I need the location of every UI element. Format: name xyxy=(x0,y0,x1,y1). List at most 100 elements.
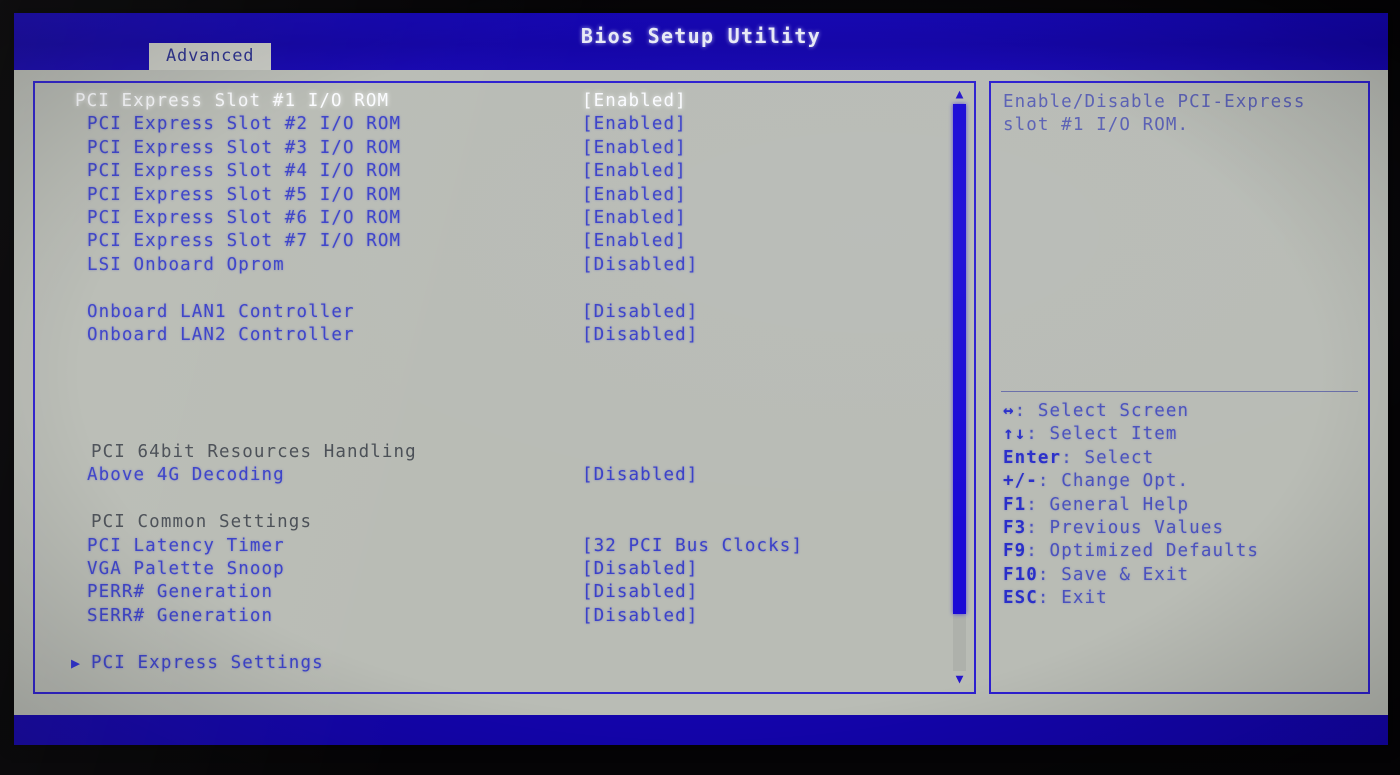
setting-label: PCI Express Slot #5 I/O ROM xyxy=(87,184,402,205)
setting-row-vga-palette-snoop[interactable]: VGA Palette Snoop [Disabled] xyxy=(35,558,944,581)
submenu-arrow-icon: ▶ xyxy=(71,653,82,672)
setting-label: PERR# Generation xyxy=(87,582,274,603)
section-heading-pci-common-settings[interactable]: PCI Common Settings xyxy=(35,511,944,534)
key-legend-key: F9 xyxy=(1003,541,1027,562)
key-legend-item: F10: Save & Exit xyxy=(1003,564,1360,587)
scrollbar-thumb[interactable] xyxy=(953,104,966,615)
key-legend-key: +/- xyxy=(1003,471,1038,492)
setting-value[interactable]: [Enabled] xyxy=(582,137,687,160)
setting-value[interactable]: [Disabled] xyxy=(582,464,698,487)
setting-label: PCI Express Slot #4 I/O ROM xyxy=(87,161,402,182)
key-legend-item: F9: Optimized Defaults xyxy=(1003,540,1360,563)
setting-value[interactable]: [Enabled] xyxy=(582,207,687,230)
setting-label: PCI Express Slot #2 I/O ROM xyxy=(87,114,402,135)
key-legend-action: : Previous Values xyxy=(1026,517,1225,538)
scrollbar[interactable]: ▲ ▼ xyxy=(949,87,970,688)
title-bar: Bios Setup Utility Advanced xyxy=(14,13,1388,70)
help-panel: Enable/Disable PCI-Express slot #1 I/O R… xyxy=(989,81,1370,694)
setting-row-onboard-lan1-controller[interactable]: Onboard LAN1 Controller [Disabled] xyxy=(35,301,944,324)
setting-row-above-4g-decoding[interactable]: Above 4G Decoding [Disabled] xyxy=(35,464,944,487)
setting-value[interactable]: [Enabled] xyxy=(582,230,687,253)
key-legend-key: F3 xyxy=(1003,517,1027,538)
tab-bar: Advanced xyxy=(14,43,1388,70)
setting-value[interactable]: [Enabled] xyxy=(582,160,687,183)
setting-row-pci-express-slot-5-i-o-rom[interactable]: PCI Express Slot #5 I/O ROM [Enabled] xyxy=(35,184,944,207)
help-divider xyxy=(1001,391,1358,392)
key-legend-item: +/-: Change Opt. xyxy=(1003,470,1360,493)
settings-list: PCI Express Slot #1 I/O ROM [Enabled] PCI … xyxy=(35,83,944,692)
settings-panel: PCI Express Slot #1 I/O ROM [Enabled] PCI … xyxy=(33,81,976,694)
setting-row-pci-express-slot-6-i-o-rom[interactable]: PCI Express Slot #6 I/O ROM [Enabled] xyxy=(35,207,944,230)
setting-value[interactable]: [Disabled] xyxy=(582,254,698,277)
key-legend-action: : Select Screen xyxy=(1014,401,1190,421)
setting-row-onboard-lan2-controller[interactable]: Onboard LAN2 Controller [Disabled] xyxy=(35,324,944,347)
key-legend-list: ↔: Select Screen ↑↓: Select Item Enter: Se… xyxy=(1003,400,1360,611)
setting-label: VGA Palette Snoop xyxy=(87,559,285,579)
key-legend-item: F1: General Help xyxy=(1003,494,1360,517)
key-legend-action: : Save & Exit xyxy=(1037,564,1190,585)
setting-value[interactable]: [Disabled] xyxy=(582,301,698,324)
body-area: PCI Express Slot #1 I/O ROM [Enabled] PCI … xyxy=(14,70,1388,715)
key-legend-item: F3: Previous Values xyxy=(1003,517,1360,540)
key-legend-item: Enter: Select xyxy=(1003,447,1360,470)
setting-label: PCI Express Slot #1 I/O ROM xyxy=(75,91,390,111)
help-text: Enable/Disable PCI-Express slot #1 I/O R… xyxy=(1003,92,1306,136)
setting-value[interactable]: [Enabled] xyxy=(582,184,687,207)
setting-value[interactable]: [Disabled] xyxy=(582,558,698,581)
setting-row-pci-express-slot-1-i-o-rom[interactable]: PCI Express Slot #1 I/O ROM [Enabled] xyxy=(35,90,944,113)
setting-row-pci-latency-timer[interactable]: PCI Latency Timer [32 PCI Bus Clocks] xyxy=(35,535,944,558)
key-legend-item: ↑↓: Select Item xyxy=(1003,423,1360,446)
scrollbar-track[interactable] xyxy=(953,104,966,671)
key-legend-action: : Select xyxy=(1061,447,1155,468)
setting-value[interactable]: [Enabled] xyxy=(582,113,687,136)
key-legend-key: F10 xyxy=(1003,564,1038,585)
setting-label: Above 4G Decoding xyxy=(87,465,285,486)
key-legend-action: : Change Opt. xyxy=(1037,471,1190,492)
setting-value[interactable]: [Disabled] xyxy=(582,605,698,628)
tab-advanced-label: Advanced xyxy=(166,46,255,66)
footer-bar xyxy=(14,715,1388,745)
setting-row-perr-generation[interactable]: PERR# Generation [Disabled] xyxy=(35,581,944,604)
setting-row-pci-express-slot-4-i-o-rom[interactable]: PCI Express Slot #4 I/O ROM [Enabled] xyxy=(35,160,944,183)
submenu-item-pci-express-settings[interactable]: ▶ PCI Express Settings xyxy=(35,652,944,675)
scroll-up-arrow-icon[interactable]: ▲ xyxy=(952,88,967,102)
setting-row-pci-express-slot-7-i-o-rom[interactable]: PCI Express Slot #7 I/O ROM [Enabled] xyxy=(35,230,944,253)
setting-value[interactable]: [Disabled] xyxy=(582,581,698,604)
setting-label: PCI Express Slot #3 I/O ROM xyxy=(87,137,402,158)
photo-frame: Bios Setup Utility Advanced PCI Express … xyxy=(0,0,1400,775)
setting-row-lsi-onboard-oprom[interactable]: LSI Onboard Oprom [Disabled] xyxy=(35,254,944,277)
setting-value[interactable]: [Disabled] xyxy=(582,324,698,347)
setting-label: PCI Express Slot #7 I/O ROM xyxy=(87,231,402,252)
setting-label: LSI Onboard Oprom xyxy=(87,254,285,275)
bios-screen: Bios Setup Utility Advanced PCI Express … xyxy=(14,13,1388,745)
setting-label: PCI Common Settings xyxy=(91,512,313,533)
setting-label: PCI Latency Timer xyxy=(87,535,285,556)
key-legend-key: F1 xyxy=(1003,494,1027,515)
setting-label: Onboard LAN1 Controller xyxy=(87,301,355,322)
setting-row-pci-express-slot-3-i-o-rom[interactable]: PCI Express Slot #3 I/O ROM [Enabled] xyxy=(35,137,944,160)
section-heading-pci-64bit-resources-handling[interactable]: PCI 64bit Resources Handling xyxy=(35,441,944,464)
setting-value[interactable]: [32 PCI Bus Clocks] xyxy=(582,535,803,558)
key-legend-action: : Optimized Defaults xyxy=(1026,541,1259,562)
setting-value[interactable]: [Enabled] xyxy=(582,90,687,113)
setting-label: Onboard LAN2 Controller xyxy=(87,325,355,345)
setting-label: PCI Express Settings xyxy=(91,652,324,673)
key-legend-key: ESC xyxy=(1003,588,1038,609)
key-legend-item: ↔: Select Screen xyxy=(1003,400,1360,423)
setting-label: PCI 64bit Resources Handling xyxy=(91,442,417,462)
tab-advanced[interactable]: Advanced xyxy=(149,43,272,70)
key-legend-action: : Exit xyxy=(1037,588,1108,609)
key-legend-item: ESC: Exit xyxy=(1003,587,1360,610)
scroll-down-arrow-icon[interactable]: ▼ xyxy=(952,673,967,687)
setting-row-serr-generation[interactable]: SERR# Generation [Disabled] xyxy=(35,605,944,628)
setting-row-pci-express-slot-2-i-o-rom[interactable]: PCI Express Slot #2 I/O ROM [Enabled] xyxy=(35,113,944,136)
key-legend-key: Enter xyxy=(1003,447,1062,468)
key-legend-key: ↑↓ xyxy=(1003,424,1027,445)
key-legend-key: ↔ xyxy=(1003,401,1015,421)
